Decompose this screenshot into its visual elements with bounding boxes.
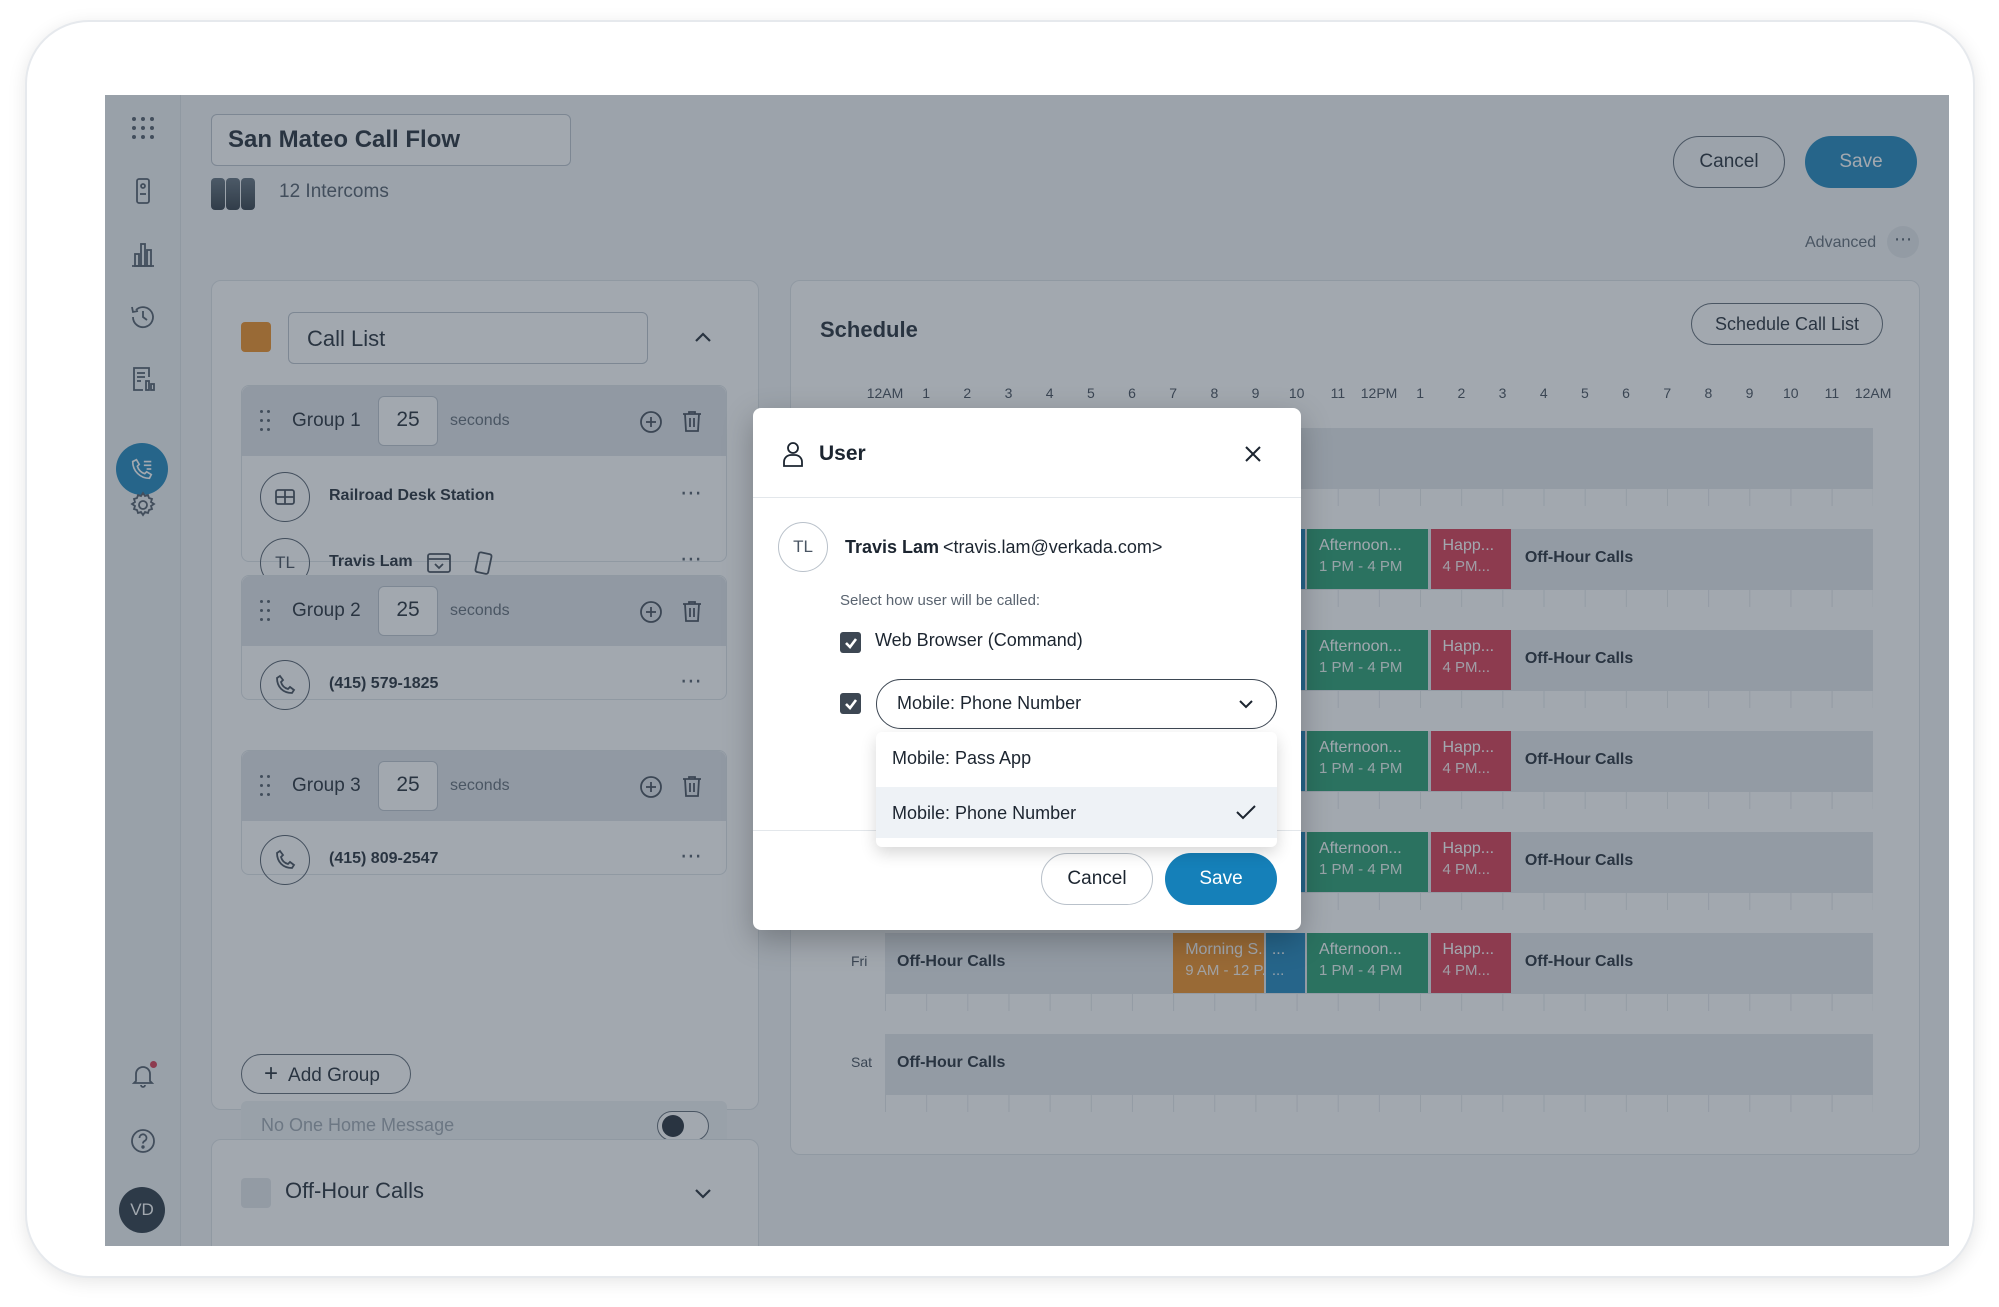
modal-save-button[interactable]: Save xyxy=(1165,853,1277,905)
web-browser-label: Web Browser (Command) xyxy=(875,630,1083,650)
select-value: Mobile: Phone Number xyxy=(897,693,1082,713)
web-browser-checkbox[interactable] xyxy=(840,632,861,653)
user-modal: User TL Travis Lam <travis.lam@verkada.c… xyxy=(753,408,1301,930)
tablet-frame: VD San Mateo Call Flow 12 Intercoms Canc… xyxy=(25,20,1975,1278)
modal-title: User xyxy=(819,442,866,465)
user-icon xyxy=(781,441,805,467)
checkmark-icon xyxy=(1236,805,1256,820)
user-email: <travis.lam@verkada.com> xyxy=(943,537,1163,557)
user-name: Travis Lam xyxy=(845,537,940,557)
call-method-prompt: Select how user will be called: xyxy=(840,592,1041,609)
user-avatar: TL xyxy=(778,522,828,572)
modal-header: User xyxy=(753,408,1301,498)
mobile-method-select[interactable]: Mobile: Phone Number xyxy=(876,679,1277,729)
dropdown-option-pass-app[interactable]: Mobile: Pass App xyxy=(876,732,1277,783)
mobile-checkbox[interactable] xyxy=(840,693,861,714)
dropdown-option-phone-number[interactable]: Mobile: Phone Number xyxy=(876,787,1277,838)
app-screen: VD San Mateo Call Flow 12 Intercoms Canc… xyxy=(105,95,1949,1246)
mobile-method-dropdown: Mobile: Pass App Mobile: Phone Number xyxy=(876,732,1277,847)
close-icon[interactable] xyxy=(1243,444,1263,464)
chevron-down-icon xyxy=(1239,700,1253,709)
option-label: Mobile: Phone Number xyxy=(892,803,1077,823)
modal-cancel-button[interactable]: Cancel xyxy=(1041,853,1153,905)
